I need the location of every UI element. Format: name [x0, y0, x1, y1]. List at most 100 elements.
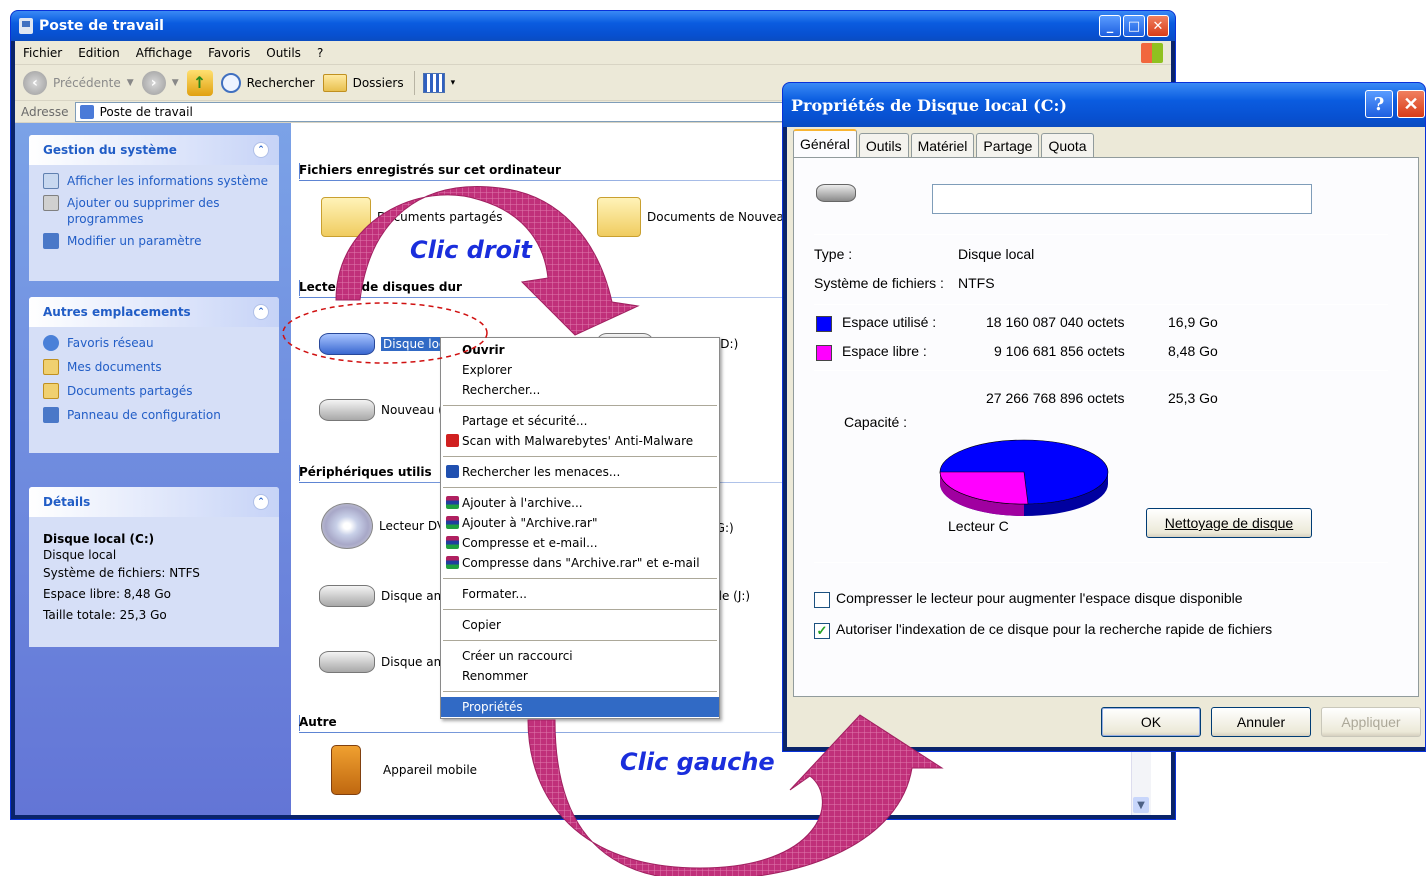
views-button[interactable]: ▾ [422, 72, 456, 93]
toolbar-separator [413, 70, 415, 95]
system-info-icon [43, 173, 59, 189]
system-tasks-panel: Gestion du système ⌃ Afficher les inform… [29, 135, 279, 281]
views-dropdown-icon[interactable]: ▾ [451, 78, 456, 88]
free-space-size: 8,48 Go [1168, 343, 1218, 359]
forward-button[interactable]: › ▼ [141, 70, 179, 95]
menu-item-scan-threats[interactable]: Rechercher les menaces... [441, 462, 719, 482]
other-places-header[interactable]: Autres emplacements ⌃ [29, 297, 279, 327]
item-removable-disk-1[interactable]: Disque am [319, 585, 445, 607]
menu-help[interactable]: ? [309, 46, 331, 60]
dialog-close-button[interactable]: ✕ [1397, 90, 1425, 118]
explorer-titlebar[interactable]: Poste de travail _ □ ✕ [11, 11, 1175, 41]
item-documents-new[interactable]: Documents de Nouveau [597, 197, 791, 237]
up-button[interactable]: ↑ [186, 69, 213, 96]
search-button[interactable]: Rechercher [220, 72, 315, 93]
details-header[interactable]: Détails ⌃ [29, 487, 279, 517]
link-control-panel-label: Panneau de configuration [67, 408, 221, 422]
capacity-label: Capacité : [844, 414, 908, 430]
apply-button[interactable]: Appliquer [1321, 707, 1421, 737]
folder-up-icon: ↑ [186, 69, 213, 96]
other-places-title: Autres emplacements [43, 305, 191, 319]
link-my-documents-label: Mes documents [67, 360, 162, 374]
used-space-bytes: 18 160 087 040 octets [986, 314, 1125, 330]
menu-item-sharing[interactable]: Partage et sécurité... [441, 411, 719, 431]
help-button[interactable]: ? [1365, 90, 1393, 118]
menu-item-search[interactable]: Rechercher... [441, 380, 719, 400]
menu-item-compress-email[interactable]: Compresse et e-mail... [441, 533, 719, 553]
link-control-panel[interactable]: Panneau de configuration [43, 407, 269, 423]
search-icon [220, 72, 241, 93]
item-shared-documents-label: Documents partagés [377, 210, 503, 224]
hard-drive-icon [319, 399, 375, 421]
menu-item-explore[interactable]: Explorer [441, 360, 719, 380]
tab-tools[interactable]: Outils [858, 133, 909, 157]
cancel-button[interactable]: Annuler [1211, 707, 1311, 737]
item-new-disk[interactable]: Nouveau ( [319, 399, 443, 421]
menu-bar: Fichier Edition Affichage Favoris Outils… [15, 41, 1171, 65]
system-tasks-header[interactable]: Gestion du système ⌃ [29, 135, 279, 165]
scroll-down-icon[interactable]: ▼ [1133, 797, 1149, 813]
menu-item-compress-rar-email[interactable]: Compresse dans "Archive.rar" et e-mail [441, 553, 719, 573]
folders-button[interactable]: Dossiers [322, 73, 404, 92]
dialog-titlebar[interactable]: Propriétés de Disque local (C:) ? ✕ [783, 83, 1425, 127]
close-button[interactable]: ✕ [1147, 15, 1169, 37]
winrar-icon [446, 496, 459, 509]
menu-item-open[interactable]: Ouvrir [441, 340, 719, 360]
tab-sharing[interactable]: Partage [976, 133, 1040, 157]
back-dropdown-icon[interactable]: ▼ [127, 78, 134, 88]
menu-separator [443, 456, 717, 457]
menu-item-add-archive[interactable]: Ajouter à l'archive... [441, 493, 719, 513]
item-dvd-drive[interactable]: Lecteur DV [321, 503, 445, 549]
item-shared-documents[interactable]: Documents partagés [321, 197, 502, 237]
collapse-chevron-icon[interactable]: ⌃ [253, 304, 269, 320]
menu-item-add-archive-rar[interactable]: Ajouter à "Archive.rar" [441, 513, 719, 533]
link-shared-documents[interactable]: Documents partagés [43, 383, 269, 399]
item-mobile-device[interactable]: Appareil mobile [331, 745, 477, 795]
compress-checkbox[interactable] [814, 592, 830, 608]
system-tasks-title: Gestion du système [43, 143, 177, 157]
ok-button[interactable]: OK [1101, 707, 1201, 737]
link-network-places[interactable]: Favoris réseau [43, 335, 269, 351]
menu-item-malwarebytes-label: Scan with Malwarebytes' Anti-Malware [462, 434, 694, 448]
link-system-info[interactable]: Afficher les informations système [43, 173, 269, 189]
index-checkbox[interactable]: ✓ [814, 623, 830, 639]
tab-hardware[interactable]: Matériel [910, 133, 975, 157]
link-shared-documents-label: Documents partagés [67, 384, 193, 398]
tab-general[interactable]: Général [793, 129, 857, 157]
menu-item-rename[interactable]: Renommer [441, 666, 719, 686]
divider [814, 234, 1388, 235]
item-removable-disk-2[interactable]: Disque am [319, 651, 445, 673]
minimize-button[interactable]: _ [1099, 15, 1121, 37]
menu-item-malwarebytes[interactable]: Scan with Malwarebytes' Anti-Malware [441, 431, 719, 451]
menu-edit[interactable]: Edition [70, 46, 128, 60]
link-change-setting[interactable]: Modifier un paramètre [43, 233, 269, 249]
back-button[interactable]: ‹ Précédente ▼ [23, 70, 134, 95]
drive-name-input[interactable] [932, 184, 1312, 214]
my-documents-icon [43, 359, 59, 375]
menu-separator [443, 609, 717, 610]
menu-item-format[interactable]: Formater... [441, 584, 719, 604]
menu-tools[interactable]: Outils [258, 46, 309, 60]
link-system-info-label: Afficher les informations système [67, 174, 269, 188]
link-my-documents[interactable]: Mes documents [43, 359, 269, 375]
tab-quota[interactable]: Quota [1041, 133, 1094, 157]
filesystem-value: NTFS [958, 275, 995, 291]
shared-folder-icon [321, 197, 371, 237]
link-add-remove-programs[interactable]: Ajouter ou supprimer des programmes [43, 195, 269, 227]
shared-folder-icon [43, 383, 59, 399]
maximize-button[interactable]: □ [1123, 15, 1145, 37]
folders-icon [322, 73, 347, 92]
menu-item-copy[interactable]: Copier [441, 615, 719, 635]
free-space-bytes: 9 106 681 856 octets [994, 343, 1125, 359]
menu-file[interactable]: Fichier [15, 46, 70, 60]
collapse-chevron-icon[interactable]: ⌃ [253, 494, 269, 510]
menu-favorites[interactable]: Favoris [200, 46, 258, 60]
menu-item-properties[interactable]: Propriétés [441, 697, 719, 717]
menu-item-compress-rar-email-label: Compresse dans "Archive.rar" et e-mail [462, 556, 700, 570]
forward-dropdown-icon[interactable]: ▼ [172, 78, 179, 88]
collapse-chevron-icon[interactable]: ⌃ [253, 142, 269, 158]
dialog-title: Propriétés de Disque local (C:) [791, 95, 1067, 115]
menu-view[interactable]: Affichage [128, 46, 200, 60]
menu-item-create-shortcut[interactable]: Créer un raccourci [441, 646, 719, 666]
disk-cleanup-button[interactable]: Nettoyage de disque [1146, 508, 1312, 538]
